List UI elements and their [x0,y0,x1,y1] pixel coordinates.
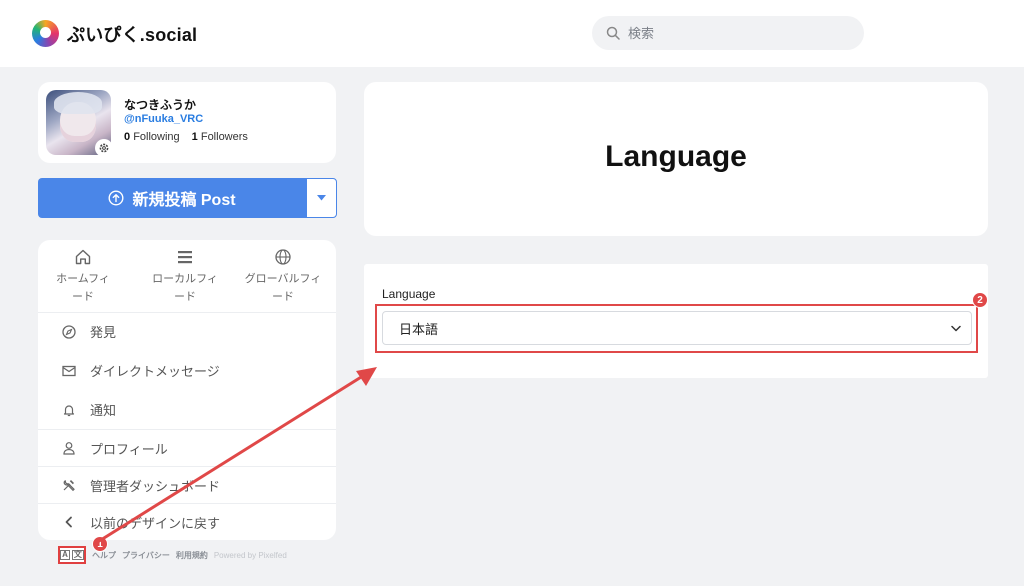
envelope-icon [62,365,76,376]
highlight-box-language-select [375,304,978,353]
logo-icon [32,20,59,47]
feed-local-label-1: ローカルフィ [152,273,218,285]
brand-name: ぷいぴく.social [67,24,198,45]
page-title-card: Language [364,82,988,236]
menu-item-label: ダイレクトメッセージ [90,364,220,379]
profile-card: なつきふうか @nFuuka_VRC 0 Following 1 Followe… [38,82,336,163]
feed-local-label-2: ード [174,291,196,303]
feed-home[interactable]: ホームフィ ード [38,248,128,306]
feed-global[interactable]: グローバルフィ ード [238,248,328,306]
footer-links: A文 ヘルプ プライバシー 利用規約 Powered by Pixelfed [58,546,287,564]
language-label: Language [382,287,436,301]
profile-handle[interactable]: @nFuuka_VRC [124,113,203,125]
following-label: Following [133,131,180,143]
menu-item-notifications[interactable]: 通知 [38,391,336,428]
feed-global-label-2: ード [272,291,294,303]
list-icon [140,248,230,268]
search-bar[interactable] [592,16,864,50]
post-dropdown-button[interactable] [306,178,337,218]
new-post-button[interactable]: 新規投稿 Post [38,178,306,218]
followers-count: 1 [191,131,198,143]
following-stat[interactable]: 0 Following [124,131,180,143]
page-title: Language [605,140,747,173]
top-bar: ぷいぴく.social [0,0,1024,67]
brand[interactable]: ぷいぴく.social [32,20,197,47]
profile-stats: 0 Following 1 Followers [124,131,248,143]
menu-item-profile[interactable]: プロフィール [38,429,336,466]
chevron-left-icon [65,516,72,528]
menu-item-label: 管理者ダッシュボード [90,478,221,494]
menu-item-label: 発見 [90,325,117,340]
user-icon [63,442,75,455]
language-switch-icon[interactable]: A文 [58,546,86,564]
caret-down-icon [317,195,326,201]
feed-tabs: ホームフィ ード ローカルフィ ード グローバルフィ ード [38,240,336,313]
compass-icon [62,324,76,339]
footer-privacy-link[interactable]: プライバシー [122,550,170,561]
menu-item-label: 通知 [90,403,117,418]
footer-terms-link[interactable]: 利用規約 [176,550,208,561]
following-count: 0 [124,131,131,143]
new-post-label: 新規投稿 Post [132,192,236,209]
globe-icon [238,248,328,268]
bell-icon [63,404,75,416]
search-icon [606,26,620,40]
step-badge-2: 2 [972,292,988,308]
menu-item-label: プロフィール [90,441,168,457]
step-badge-1: 1 [92,536,108,552]
navigation-card: ホームフィ ード ローカルフィ ード グローバルフィ ード 発見 ダイレクトメッ… [38,240,336,540]
search-input[interactable] [628,25,848,41]
feed-local[interactable]: ローカルフィ ード [140,248,230,306]
menu-item-legacy-design[interactable]: 以前のデザインに戻す [38,503,336,540]
menu-item-direct-messages[interactable]: ダイレクトメッセージ [38,352,336,389]
followers-stat[interactable]: 1 Followers [192,131,248,143]
footer-powered-by[interactable]: Powered by Pixelfed [214,551,287,560]
feed-home-label-1: ホームフィ [56,273,110,285]
home-icon [38,248,128,268]
tools-icon [63,480,75,492]
followers-label: Followers [200,131,248,143]
menu-item-admin-dashboard[interactable]: 管理者ダッシュボード [38,466,336,503]
menu-item-discover[interactable]: 発見 [38,313,336,350]
menu-item-label: 以前のデザインに戻す [90,515,221,531]
feed-home-label-2: ード [72,291,94,303]
profile-display-name: なつきふうか [124,98,197,112]
feed-global-label-1: グローバルフィ [244,273,322,285]
arrow-up-circle-icon [108,190,124,206]
gear-icon[interactable] [95,139,113,157]
